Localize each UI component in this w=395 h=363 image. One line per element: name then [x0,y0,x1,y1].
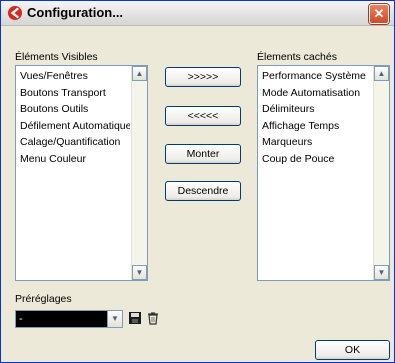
move-left-button[interactable]: <<<<< [165,106,241,126]
list-item[interactable]: Performance Système [260,68,372,85]
ok-button[interactable]: OK [315,340,390,360]
visible-elements-items: Vues/Fenêtres Boutons Transport Boutons Ou… [18,68,130,167]
scroll-down-arrow-icon[interactable]: ▼ [374,265,389,280]
scroll-down-arrow-icon[interactable]: ▼ [132,265,147,280]
chevron-down-icon[interactable]: ▼ [107,311,122,327]
visible-elements-label: Éléments Visibles [15,51,98,63]
window-title: Configuration... [27,5,124,20]
presets-value: - [19,313,23,325]
list-item[interactable]: Boutons Transport [18,85,130,102]
list-item[interactable]: Délimiteurs [260,101,372,118]
visible-list-scrollbar[interactable]: ▲ ▼ [131,66,147,280]
scroll-up-arrow-icon[interactable]: ▲ [374,66,389,81]
presets-select[interactable]: - ▼ [15,310,123,328]
close-button[interactable]: ✕ [369,4,389,24]
list-item[interactable]: Coup de Pouce [260,151,372,168]
list-item[interactable]: Menu Couleur [18,151,130,168]
list-item[interactable]: Affichage Temps [260,118,372,135]
hidden-elements-label: Élements cachés [257,51,337,63]
move-down-button[interactable]: Descendre [165,181,241,201]
visible-elements-list[interactable]: Vues/Fenêtres Boutons Transport Boutons Ou… [15,65,148,281]
list-item[interactable]: Boutons Outils [18,101,130,118]
list-item[interactable]: Défilement Automatique [18,118,130,135]
move-right-button[interactable]: >>>>> [165,67,241,87]
save-icon[interactable] [128,311,142,325]
list-item[interactable]: Marqueurs [260,134,372,151]
hidden-elements-list[interactable]: Performance Système Mode Automatisation Dé… [257,65,390,281]
hidden-list-scrollbar[interactable]: ▲ ▼ [373,66,389,280]
title-bar[interactable]: Configuration... ✕ [1,1,394,26]
move-up-button[interactable]: Monter [165,144,241,164]
presets-label: Préréglages [15,293,72,305]
list-item[interactable]: Mode Automatisation [260,85,372,102]
list-item[interactable]: Vues/Fenêtres [18,68,130,85]
configuration-dialog: Configuration... ✕ Éléments Visibles Vue… [0,0,395,363]
scroll-up-arrow-icon[interactable]: ▲ [132,66,147,81]
cubase-logo-icon [8,6,22,20]
delete-icon[interactable] [146,311,160,325]
list-item[interactable]: Calage/Quantification [18,134,130,151]
hidden-elements-items: Performance Système Mode Automatisation Dé… [260,68,372,167]
